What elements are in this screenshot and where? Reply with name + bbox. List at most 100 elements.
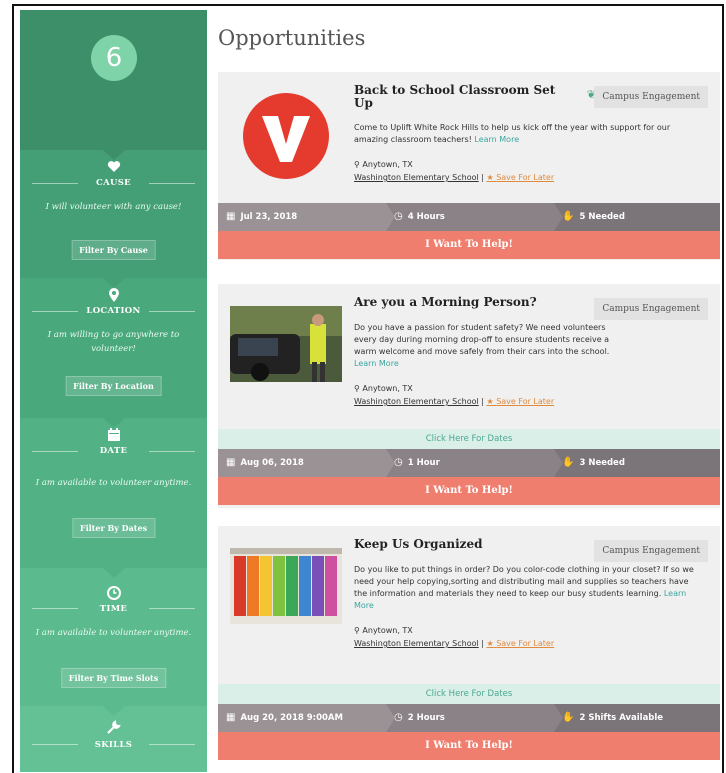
opportunity-card: Keep Us Organized Campus Engagement Do y… xyxy=(218,526,720,760)
opportunity-title[interactable]: Back to School Classroom Set Up xyxy=(354,84,564,110)
opportunity-description: Do you like to put things in order? Do y… xyxy=(354,564,694,612)
filter-by-dates-button[interactable]: Filter By Dates xyxy=(71,518,156,538)
location-text: I am willing to go anywhere to volunteer… xyxy=(47,330,180,354)
time-section: TIME I am available to volunteer anytime… xyxy=(20,568,207,716)
school-link[interactable]: Washington Elementary School xyxy=(354,639,479,648)
stats-bar: ▦ Aug 20, 2018 9:00AM ◷ 2 Hours ✋ 2 Shifts … xyxy=(218,704,720,732)
needed-stat: ✋ 2 Shifts Available xyxy=(554,704,720,732)
learn-more-link[interactable]: Learn More xyxy=(354,359,399,368)
save-for-later-link[interactable]: ★ Save For Later xyxy=(486,639,554,648)
opportunity-description: Come to Uplift White Rock Hills to help … xyxy=(354,122,694,146)
school-row: Washington Elementary School | ★ Save Fo… xyxy=(354,173,555,182)
clock-icon: ◷ xyxy=(394,712,403,723)
time-text: I am available to volunteer anytime. xyxy=(35,628,192,638)
location-text: Anytown, TX xyxy=(362,160,413,169)
duration-text: 1 Hour xyxy=(407,458,440,468)
category-tag: Campus Engagement xyxy=(594,540,708,562)
map-pin-icon xyxy=(108,288,119,305)
colorful-mail-slots-photo[interactable] xyxy=(230,548,342,624)
save-label: Save For Later xyxy=(496,639,555,648)
date-text: Aug 06, 2018 xyxy=(240,458,304,468)
opportunity-description: Do you have a passion for student safety… xyxy=(354,322,624,370)
skills-heading: SKILLS xyxy=(94,740,133,750)
location-heading: LOCATION xyxy=(86,306,141,316)
category-tag: Campus Engagement xyxy=(594,86,708,108)
i-want-to-help-button[interactable]: I Want To Help! xyxy=(218,477,720,505)
needed-stat: ✋ 5 Needed xyxy=(554,203,720,231)
needed-text: 2 Shifts Available xyxy=(579,713,664,723)
save-for-later-link[interactable]: ★ Save For Later xyxy=(486,397,554,406)
star-icon: ★ xyxy=(486,639,494,648)
save-label: Save For Later xyxy=(496,397,555,406)
clock-icon xyxy=(106,586,121,603)
star-icon: ★ xyxy=(486,173,494,182)
cause-section: CAUSE I will volunteer with any cause! F… xyxy=(20,150,207,288)
location-row: ⚲ Anytown, TX xyxy=(354,383,413,395)
school-row: Washington Elementary School | ★ Save Fo… xyxy=(354,397,555,406)
school-link[interactable]: Washington Elementary School xyxy=(354,173,479,182)
i-want-to-help-button[interactable]: I Want To Help! xyxy=(218,732,720,760)
time-heading: TIME xyxy=(99,604,128,614)
location-section: LOCATION I am willing to go anywhere to … xyxy=(20,278,207,428)
section-notch xyxy=(102,706,125,716)
stats-bar: ▦ Aug 06, 2018 ◷ 1 Hour ✋ 3 Needed xyxy=(218,449,720,477)
matching-count: 6 xyxy=(91,35,137,81)
chevron-shape xyxy=(386,203,395,231)
opportunity-card: Back to School Classroom Set Up ❦ Campus… xyxy=(218,72,720,260)
matching-count-label: MATCHING OPPORTUNITIES xyxy=(40,98,187,108)
needed-text: 5 Needed xyxy=(579,212,625,222)
filter-by-time-slots-button[interactable]: Filter By Time Slots xyxy=(60,668,167,688)
date-stat: ▦ Aug 06, 2018 xyxy=(218,449,395,477)
matching-count-section: 6 MATCHING OPPORTUNITIES xyxy=(20,10,207,160)
stats-bar: ▦ Jul 23, 2018 ◷ 4 Hours ✋ 5 Needed xyxy=(218,203,720,231)
page-title: Opportunities xyxy=(218,26,366,50)
opportunity-title[interactable]: Keep Us Organized xyxy=(354,538,564,551)
clock-icon: ◷ xyxy=(394,457,403,468)
duration-stat: ◷ 4 Hours xyxy=(386,203,563,231)
filter-by-cause-button[interactable]: Filter By Cause xyxy=(71,240,156,260)
heart-icon xyxy=(107,160,121,176)
chevron-shape xyxy=(386,449,395,477)
section-notch xyxy=(102,278,125,288)
v-logo-image[interactable] xyxy=(242,92,330,180)
cause-heading: CAUSE xyxy=(96,178,131,188)
save-for-later-link[interactable]: ★ Save For Later xyxy=(486,173,554,182)
school-link[interactable]: Washington Elementary School xyxy=(354,397,479,406)
hand-icon: ✋ xyxy=(562,457,575,468)
opportunity-card: Are you a Morning Person? Campus Engagem… xyxy=(218,284,720,508)
needed-stat: ✋ 3 Needed xyxy=(554,449,720,477)
i-want-to-help-button[interactable]: I Want To Help! xyxy=(218,231,720,259)
date-text: I am available to volunteer anytime. xyxy=(35,478,192,488)
learn-more-link[interactable]: Learn More xyxy=(474,135,519,144)
needed-text: 3 Needed xyxy=(579,458,625,468)
calendar-icon: ▦ xyxy=(226,211,236,222)
date-text: Jul 23, 2018 xyxy=(240,212,298,222)
click-here-for-dates-link[interactable]: Click Here For Dates xyxy=(218,684,720,704)
chevron-shape xyxy=(386,704,395,732)
save-label: Save For Later xyxy=(496,173,555,182)
date-stat: ▦ Jul 23, 2018 xyxy=(218,203,395,231)
wrench-icon xyxy=(106,720,121,737)
hand-icon: ✋ xyxy=(562,211,575,222)
click-here-for-dates-link[interactable]: Click Here For Dates xyxy=(218,429,720,449)
location-row: ⚲ Anytown, TX xyxy=(354,625,413,637)
chevron-shape xyxy=(554,704,563,732)
clock-icon: ◷ xyxy=(394,211,403,222)
duration-text: 4 Hours xyxy=(407,212,445,222)
filter-by-location-button[interactable]: Filter By Location xyxy=(65,376,162,396)
location-pin-icon: ⚲ xyxy=(354,160,360,169)
school-row: Washington Elementary School | ★ Save Fo… xyxy=(354,639,555,648)
section-notch xyxy=(102,568,125,578)
opportunity-title[interactable]: Are you a Morning Person? xyxy=(354,296,584,309)
page-frame: 6 MATCHING OPPORTUNITIES CAUSE I will vo… xyxy=(12,4,724,773)
location-row: ⚲ Anytown, TX xyxy=(354,159,413,171)
duration-stat: ◷ 1 Hour xyxy=(386,449,563,477)
calendar-icon: ▦ xyxy=(226,457,236,468)
morning-dropoff-photo[interactable] xyxy=(230,306,342,382)
hand-icon: ✋ xyxy=(562,712,575,723)
date-text: Aug 20, 2018 9:00AM xyxy=(240,713,343,723)
date-heading: DATE xyxy=(99,446,128,456)
chevron-shape xyxy=(554,203,563,231)
chevron-shape xyxy=(554,449,563,477)
cause-text: I will volunteer with any cause! xyxy=(45,202,182,212)
